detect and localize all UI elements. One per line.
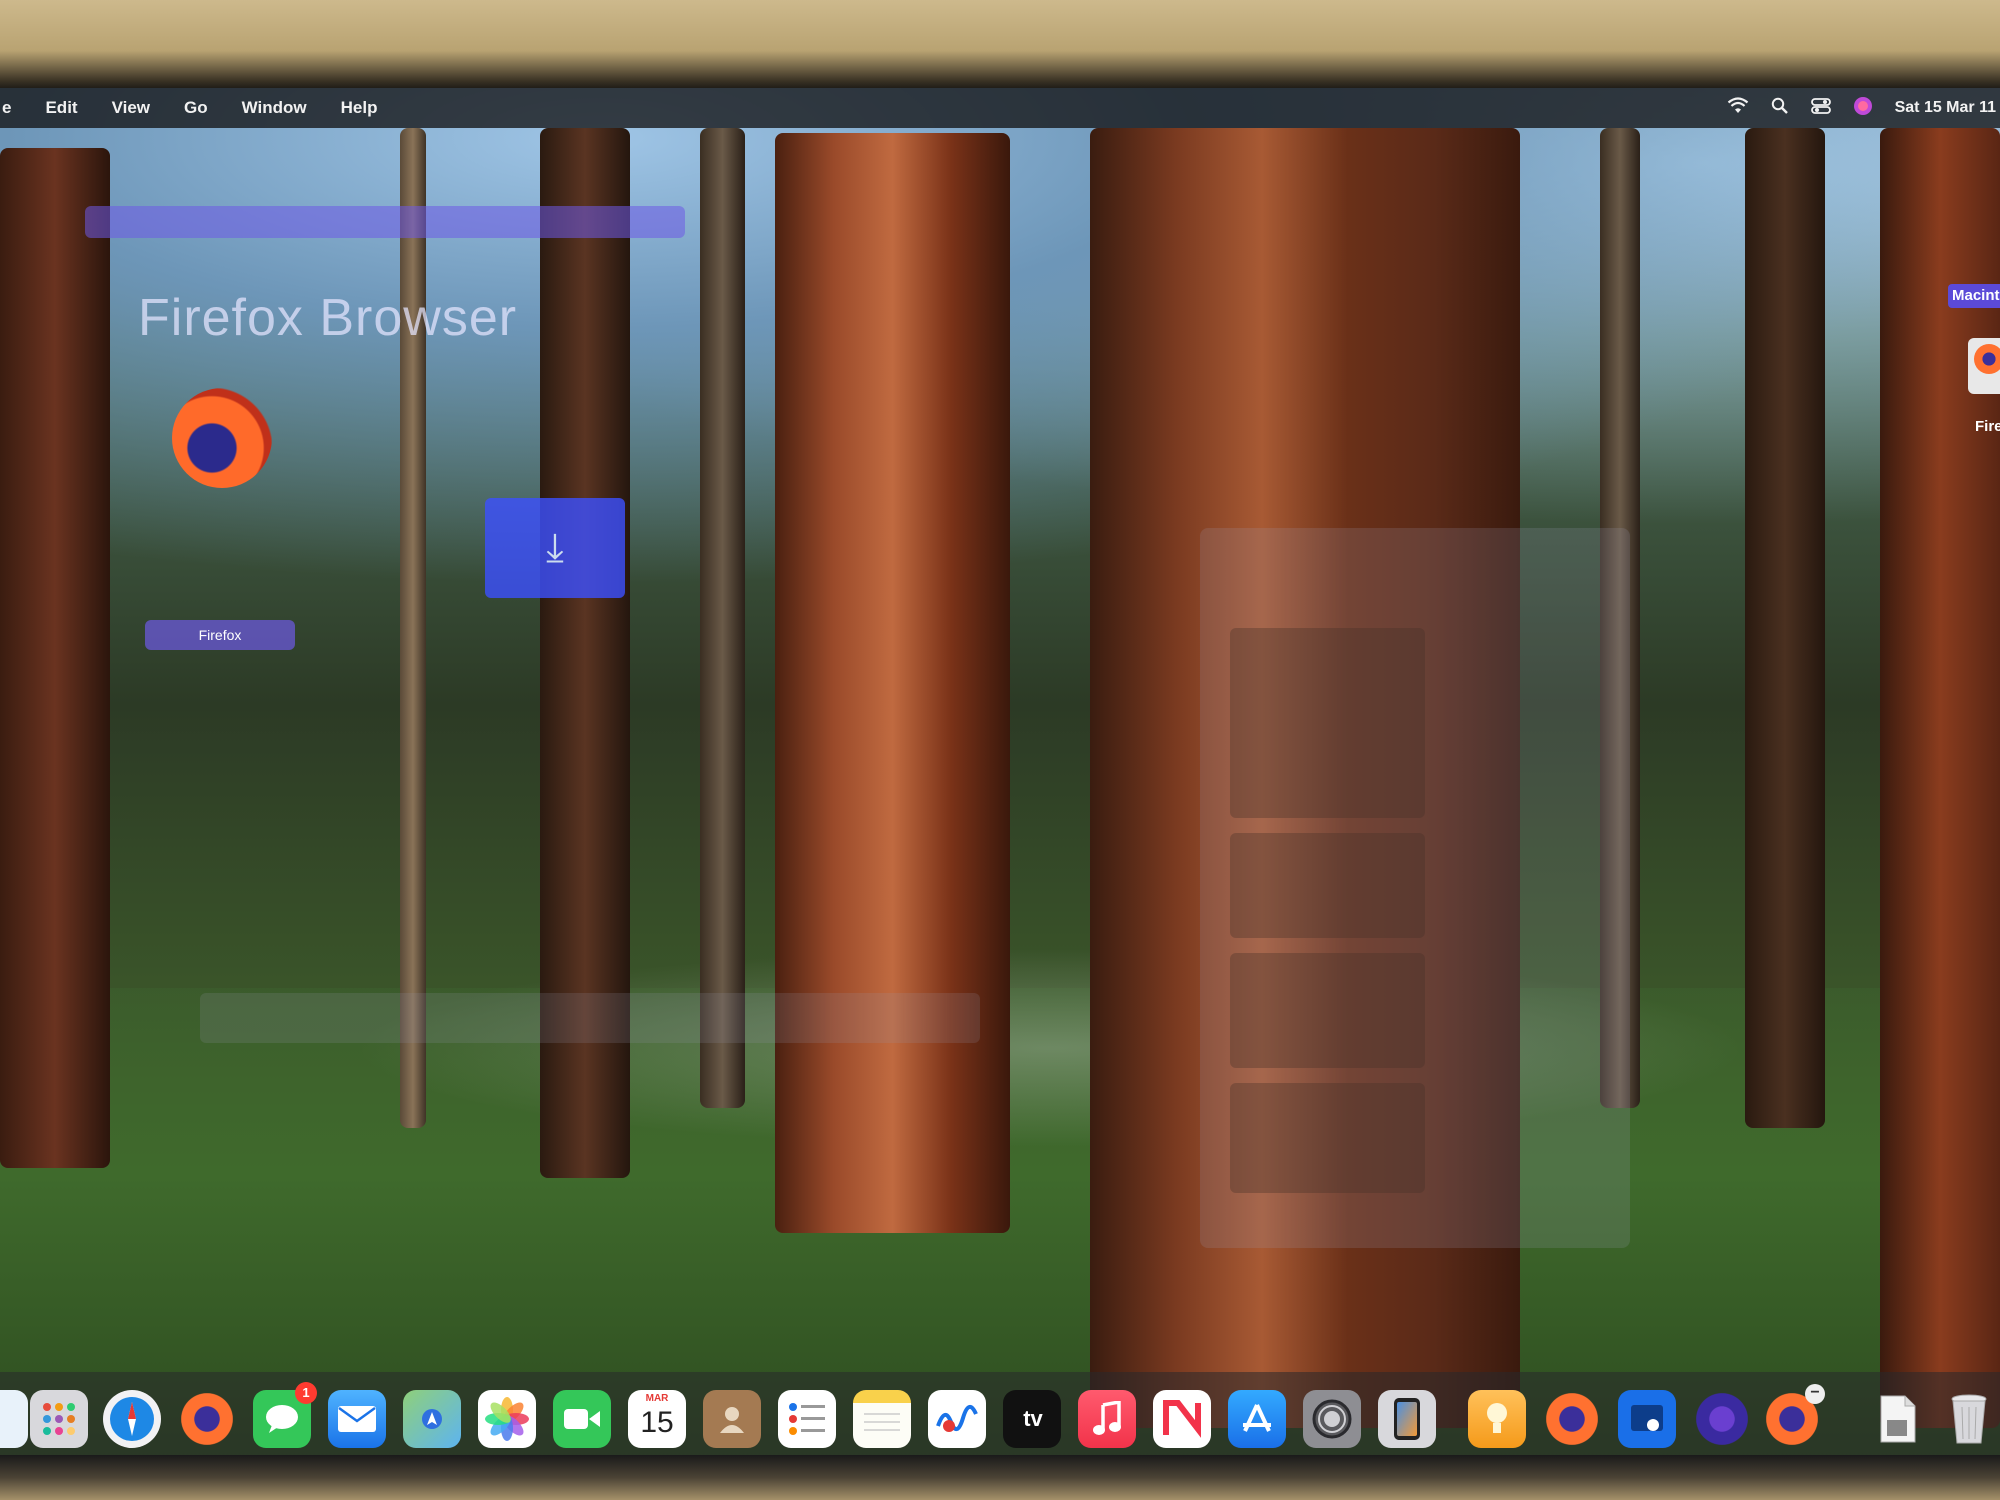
preview-icon[interactable] — [1618, 1390, 1676, 1448]
iphone-mirroring-icon[interactable] — [1378, 1390, 1436, 1448]
menu-extras: Sat 15 Mar 11 — [1727, 88, 2000, 128]
desktop-screen: e Edit View Go Window Help Sat 15 Mar 11… — [0, 88, 2000, 1458]
macintosh-hd-label[interactable]: Macintosh — [1948, 284, 2000, 308]
siri-icon[interactable] — [1853, 96, 1873, 121]
ghost-installer-icon: ⤓ — [485, 498, 625, 598]
ghost-bottom-bar — [200, 993, 980, 1043]
photos-icon[interactable] — [478, 1390, 536, 1448]
monitor-bezel-bottom — [0, 1455, 2000, 1500]
wallpaper-trunk — [1880, 128, 2000, 1428]
contacts-icon[interactable] — [703, 1390, 761, 1448]
messages-badge: 1 — [295, 1382, 317, 1404]
messages-icon[interactable]: 1 — [253, 1382, 317, 1448]
menu-edit[interactable]: Edit — [45, 98, 77, 118]
menu-view[interactable]: View — [112, 98, 150, 118]
menu-go[interactable]: Go — [184, 98, 208, 118]
trash-icon[interactable] — [1940, 1390, 1998, 1448]
firefox-icon-2[interactable] — [1543, 1390, 1601, 1448]
ghost-thumbnail — [1230, 953, 1425, 1068]
menu-file[interactable]: e — [2, 98, 11, 118]
document-icon[interactable] — [1868, 1390, 1926, 1448]
music-icon[interactable] — [1078, 1390, 1136, 1448]
wallpaper-trunk — [775, 133, 1010, 1233]
wallpaper-trunk — [0, 148, 110, 1168]
apple-tv-icon[interactable]: tv — [1003, 1390, 1061, 1448]
ghost-firefox-title: Firefox Browser — [138, 289, 518, 347]
firefox-icon-3[interactable]: − — [1763, 1384, 1825, 1448]
news-icon[interactable] — [1153, 1390, 1211, 1448]
ghost-firefox-label: Firefox — [145, 620, 295, 650]
app-store-icon[interactable] — [1228, 1390, 1286, 1448]
safari-icon[interactable] — [103, 1390, 161, 1448]
keynote-icon[interactable] — [1468, 1390, 1526, 1448]
mail-icon[interactable] — [328, 1390, 386, 1448]
wallpaper-trunk — [1745, 128, 1825, 1128]
menu-bar: e Edit View Go Window Help Sat 15 Mar 11 — [0, 88, 2000, 128]
ghost-side-panel — [1200, 528, 1630, 1248]
firefox-logo-icon — [172, 388, 272, 488]
firefox-icon[interactable] — [178, 1390, 236, 1448]
calendar-month: MAR — [645, 1393, 669, 1404]
reminders-icon[interactable] — [778, 1390, 836, 1448]
ghost-thumbnail — [1230, 628, 1425, 818]
menu-clock[interactable]: Sat 15 Mar 11 — [1895, 99, 1996, 117]
system-settings-icon[interactable] — [1303, 1390, 1361, 1448]
apple-tv-label: tv — [1023, 1406, 1043, 1431]
search-icon[interactable] — [1771, 97, 1789, 120]
monitor-bezel-top — [0, 0, 2000, 92]
control-center-icon[interactable] — [1810, 97, 1831, 120]
facetime-icon[interactable] — [553, 1390, 611, 1448]
wifi-icon[interactable] — [1727, 96, 1749, 120]
calendar-day: 15 — [640, 1406, 674, 1439]
menu-window[interactable]: Window — [242, 98, 307, 118]
minus-badge-icon: − — [1805, 1384, 1825, 1404]
wallpaper-trunk — [400, 128, 426, 1128]
firefox-nightly-icon[interactable] — [1693, 1390, 1751, 1448]
wallpaper-trunk — [700, 128, 745, 1108]
ghost-window-titlebar — [85, 206, 685, 238]
menu-help[interactable]: Help — [341, 98, 378, 118]
ghost-thumbnail — [1230, 833, 1425, 938]
launchpad-icon[interactable] — [30, 1390, 88, 1448]
freeform-icon[interactable] — [928, 1390, 986, 1448]
calendar-icon[interactable]: MAR 15 — [628, 1390, 686, 1448]
ghost-thumbnail — [1230, 1083, 1425, 1193]
notes-icon[interactable] — [853, 1390, 911, 1448]
firefox-desktop-label[interactable]: Fire — [1975, 418, 2000, 435]
maps-icon[interactable] — [403, 1390, 461, 1448]
firefox-desktop-icon[interactable] — [1968, 338, 2000, 394]
finder-icon[interactable] — [0, 1390, 28, 1448]
